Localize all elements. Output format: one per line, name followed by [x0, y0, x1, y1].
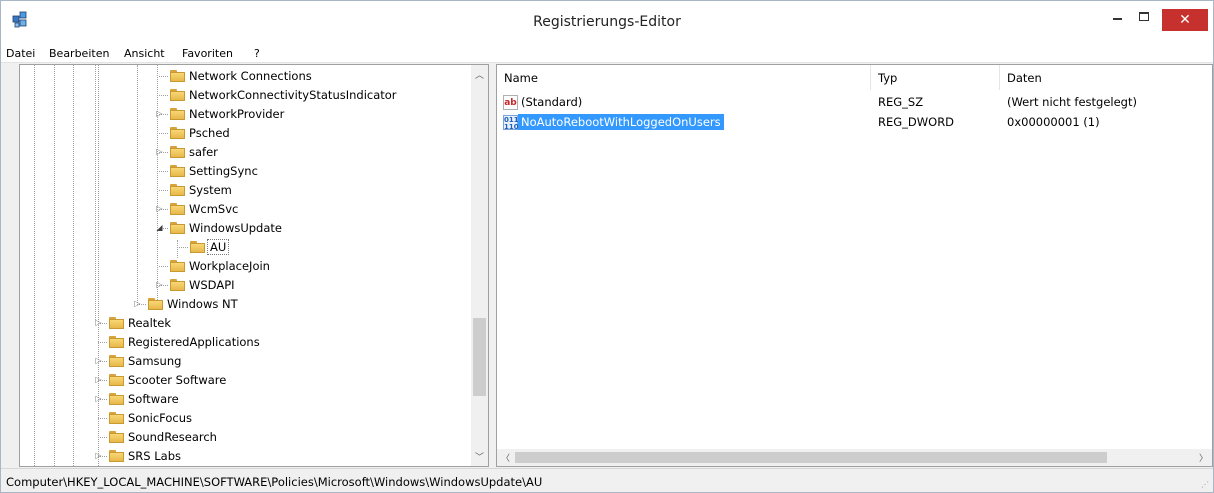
dword-value-icon: 011 110	[503, 115, 519, 131]
folder-icon	[170, 222, 185, 234]
menu-favoriten[interactable]: Favoriten	[182, 47, 233, 60]
menu-ansicht[interactable]: Ansicht	[124, 47, 165, 60]
minimize-icon	[1112, 18, 1122, 20]
folder-icon	[170, 260, 185, 272]
tree-guide-line	[137, 65, 138, 305]
minimize-button[interactable]	[1104, 1, 1130, 31]
value-data: (Wert nicht festgelegt)	[1007, 95, 1137, 109]
registry-tree[interactable]: Network Connections NetworkConnectivityS…	[19, 64, 489, 467]
folder-icon	[170, 203, 185, 215]
list-header: Name Typ Daten	[497, 65, 1212, 90]
scroll-left-icon[interactable]: 〈	[497, 451, 514, 464]
value-name: (Standard)	[521, 95, 583, 109]
folder-icon	[170, 279, 185, 291]
maximize-icon	[1139, 11, 1149, 21]
folder-icon	[170, 108, 185, 120]
folder-icon	[170, 89, 185, 101]
expand-arrow-icon[interactable]: ▷	[94, 318, 103, 327]
value-type: REG_DWORD	[878, 115, 955, 129]
registry-editor-window: Registrierungs-Editor ✕ Datei Bearbeiten…	[0, 0, 1214, 493]
scroll-up-icon[interactable]: ︿	[471, 68, 488, 81]
tree-guide-line	[73, 65, 74, 466]
expand-arrow-icon[interactable]: ▷	[155, 280, 164, 289]
list-horizontal-scrollbar[interactable]: 〈 〉	[497, 449, 1212, 466]
folder-icon	[170, 146, 185, 158]
menu-help[interactable]: ?	[254, 47, 260, 60]
folder-icon	[109, 412, 124, 424]
folder-icon	[109, 450, 124, 462]
value-data: 0x00000001 (1)	[1007, 115, 1100, 129]
value-row[interactable]: ab (Standard) REG_SZ (Wert nicht festgel…	[497, 93, 1212, 112]
tree-guide-line	[177, 240, 178, 258]
status-bar: Computer\HKEY_LOCAL_MACHINE\SOFTWARE\Pol…	[1, 468, 1213, 492]
menu-bar: Datei Bearbeiten Ansicht Favoriten ?	[1, 45, 1213, 63]
value-name: NoAutoRebootWithLoggedOnUsers	[518, 114, 724, 130]
close-icon: ✕	[1179, 12, 1191, 28]
collapse-arrow-icon[interactable]: ◢	[155, 223, 164, 232]
column-divider[interactable]	[999, 65, 1000, 90]
maximize-button[interactable]	[1131, 1, 1157, 31]
expand-arrow-icon[interactable]: ▷	[94, 356, 103, 365]
folder-icon	[170, 184, 185, 196]
column-header-type[interactable]: Typ	[878, 71, 897, 85]
folder-icon	[109, 393, 124, 405]
tree-guide-line	[34, 65, 35, 466]
folder-icon	[148, 298, 163, 310]
folder-icon	[109, 336, 124, 348]
resize-grip-icon[interactable]: ⋰	[1201, 480, 1209, 489]
expand-arrow-icon[interactable]: ▷	[155, 147, 164, 156]
values-list[interactable]: Name Typ Daten ab (Standard) REG_SZ (Wer…	[496, 64, 1213, 467]
expand-arrow-icon[interactable]: ▷	[94, 451, 103, 460]
tree-gutter	[1, 64, 19, 467]
expand-arrow-icon[interactable]: ▷	[155, 109, 164, 118]
column-divider[interactable]	[870, 65, 871, 90]
value-row-selected[interactable]: 011 110 NoAutoRebootWithLoggedOnUsers RE…	[497, 113, 1212, 132]
tree-scroll-thumb[interactable]	[473, 318, 486, 396]
tree-guide-line	[54, 65, 55, 466]
scroll-right-icon[interactable]: 〉	[1195, 451, 1212, 464]
expand-arrow-icon[interactable]: ▷	[155, 204, 164, 213]
column-header-data[interactable]: Daten	[1007, 71, 1042, 85]
expand-arrow-icon[interactable]: ▷	[133, 299, 142, 308]
column-header-name[interactable]: Name	[504, 71, 538, 85]
folder-icon	[170, 127, 185, 139]
folder-icon	[170, 70, 185, 82]
close-button[interactable]: ✕	[1162, 9, 1208, 31]
tree-vertical-scrollbar[interactable]: ︿ ﹀	[471, 65, 488, 466]
menu-datei[interactable]: Datei	[6, 47, 35, 60]
folder-icon	[109, 317, 124, 329]
list-scroll-thumb[interactable]	[515, 452, 1107, 463]
value-type: REG_SZ	[878, 95, 924, 109]
scroll-down-icon[interactable]: ﹀	[471, 450, 488, 463]
tree-guide-line	[157, 65, 158, 310]
window-title: Registrierungs-Editor	[533, 14, 681, 30]
expand-arrow-icon[interactable]: ▷	[94, 375, 103, 384]
title-bar[interactable]: Registrierungs-Editor ✕	[1, 1, 1213, 45]
tree-guide-line	[95, 65, 96, 320]
tree-guide-line	[98, 65, 99, 466]
registry-path: Computer\HKEY_LOCAL_MACHINE\SOFTWARE\Pol…	[6, 475, 543, 489]
folder-icon	[170, 165, 185, 177]
folder-icon	[109, 355, 124, 367]
folder-icon	[109, 431, 124, 443]
folder-icon	[109, 374, 124, 386]
expand-arrow-icon[interactable]: ▷	[94, 394, 103, 403]
string-value-icon: ab	[503, 95, 518, 110]
folder-icon	[190, 241, 205, 253]
menu-bearbeiten[interactable]: Bearbeiten	[49, 47, 109, 60]
